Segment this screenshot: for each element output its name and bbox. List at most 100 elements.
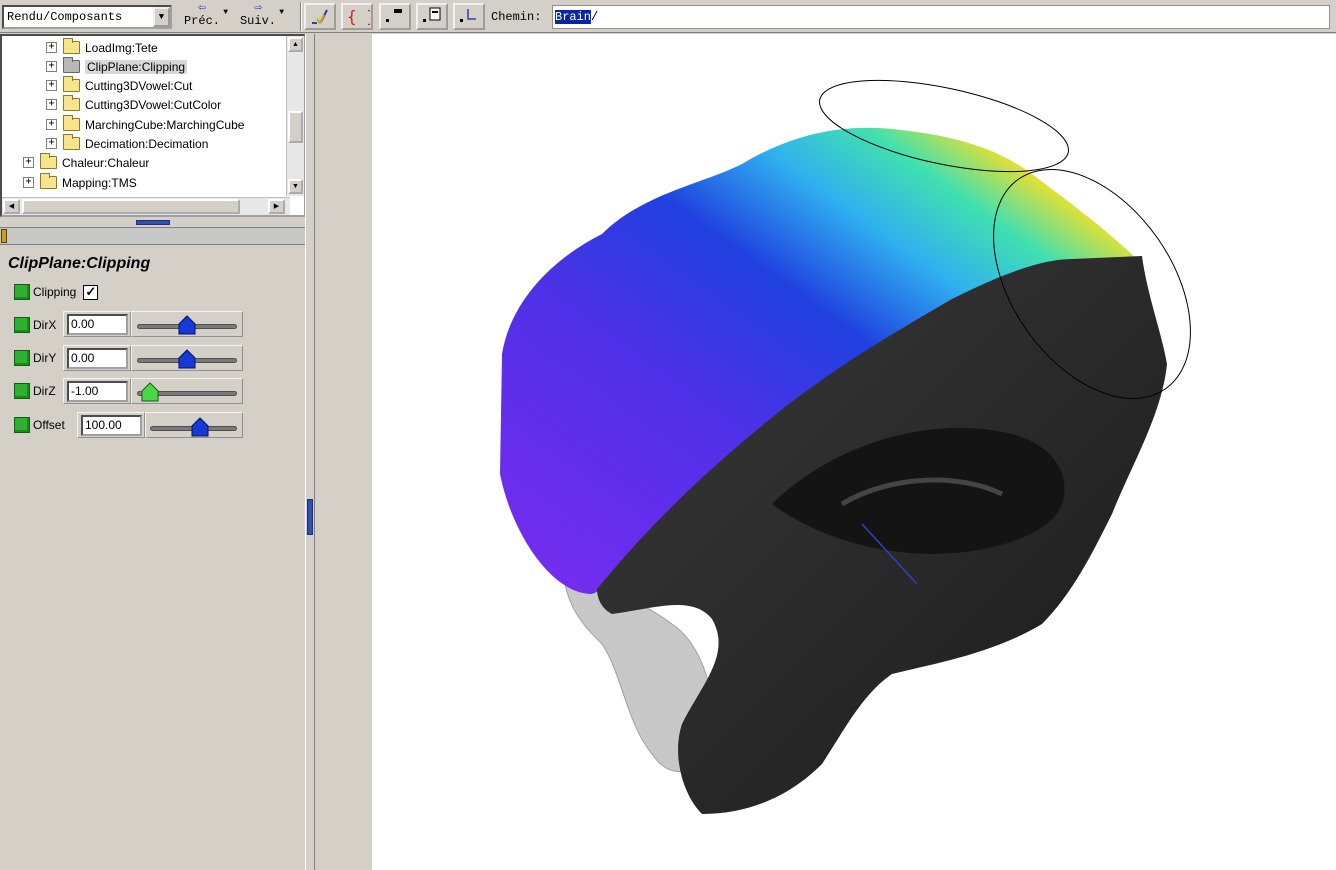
link-tool-button[interactable]: [453, 3, 485, 30]
folder-icon: [40, 173, 57, 189]
tree-horizontal-scrollbar[interactable]: ◀ ▶: [2, 197, 290, 215]
dirx-label: DirX: [33, 318, 57, 332]
script-tool-button[interactable]: { }: [341, 3, 376, 30]
expand-icon[interactable]: +: [46, 61, 57, 72]
link-icon: [460, 9, 476, 22]
tree-item[interactable]: + Chaleur:Chaleur: [23, 153, 149, 172]
expand-icon[interactable]: +: [46, 119, 57, 130]
clipping-checkbox[interactable]: ✓: [83, 284, 99, 300]
expand-icon[interactable]: +: [46, 80, 57, 91]
property-icon[interactable]: [14, 317, 30, 333]
tree-item-label: LoadImg:Tete: [85, 40, 158, 55]
offset-slider-thumb[interactable]: [190, 416, 210, 438]
component-tree[interactable]: + LoadImg:Tete + ClipPlane:Clipping + Cu…: [0, 34, 306, 217]
tree-item[interactable]: + Cutting3DVowel:CutColor: [46, 95, 221, 114]
tree-item[interactable]: + Cutting3DVowel:Cut: [46, 76, 192, 95]
braces-icon: { }: [347, 7, 376, 26]
folder-icon: [63, 95, 80, 111]
select-tool-button[interactable]: [379, 3, 411, 30]
diry-input[interactable]: 0.00: [67, 348, 128, 369]
expand-icon[interactable]: +: [46, 99, 57, 110]
diry-row: DirY: [14, 347, 56, 369]
expand-icon[interactable]: +: [23, 157, 34, 168]
scroll-thumb[interactable]: [22, 199, 240, 214]
tree-item-selected[interactable]: + ClipPlane:Clipping: [46, 57, 188, 76]
properties-title: ClipPlane:Clipping: [8, 255, 151, 272]
dirx-input[interactable]: 0.00: [67, 314, 128, 335]
scroll-down-icon[interactable]: ▼: [288, 179, 303, 194]
scroll-up-icon[interactable]: ▲: [288, 37, 303, 52]
path-rest-text: /: [591, 10, 599, 24]
tree-item[interactable]: + Decimation:Decimation: [46, 134, 208, 153]
viewport-margin: [315, 34, 372, 870]
clipping-row: Clipping ✓: [14, 281, 99, 303]
next-button[interactable]: ⇨ Suiv. ▼: [232, 0, 284, 32]
document-icon: [423, 7, 441, 22]
prev-label: Préc.: [183, 14, 220, 28]
main-splitter[interactable]: [305, 34, 315, 870]
folder-icon: [40, 153, 57, 169]
expand-icon[interactable]: +: [23, 177, 34, 188]
diry-slider-thumb[interactable]: [177, 348, 197, 370]
tree-vertical-scrollbar[interactable]: ▲ ▼: [286, 36, 304, 196]
brain-rendering: [500, 79, 1191, 814]
run-icon: [312, 9, 328, 25]
svg-text:{ }: { }: [347, 7, 370, 26]
diry-label: DirY: [33, 351, 57, 365]
scroll-thumb[interactable]: [288, 111, 303, 143]
tree-item[interactable]: + LoadImg:Tete: [46, 38, 158, 57]
tree-item-label: Decimation:Decimation: [85, 136, 209, 151]
tree-item-label: Mapping:TMS: [62, 175, 137, 190]
offset-input[interactable]: 100.00: [81, 415, 142, 436]
tree-item-label: Chaleur:Chaleur: [62, 155, 150, 170]
dirz-label: DirZ: [33, 384, 56, 398]
tree-item-label: ClipPlane:Clipping: [85, 59, 188, 74]
tree-item-label: MarchingCube:MarchingCube: [85, 117, 245, 132]
tree-item[interactable]: + Mapping:TMS: [23, 173, 137, 192]
component-combo[interactable]: Rendu/Composants ▼: [2, 5, 172, 29]
tree-item[interactable]: + MarchingCube:MarchingCube: [46, 115, 244, 134]
properties-panel: ClipPlane:Clipping Clipping ✓ DirX 0.00 …: [0, 248, 306, 870]
property-icon[interactable]: [14, 284, 30, 300]
expand-icon[interactable]: +: [46, 138, 57, 149]
run-tool-button[interactable]: [304, 3, 336, 30]
dirz-slider-thumb[interactable]: [140, 381, 160, 403]
toolbar-separator: [300, 2, 302, 31]
splitter-grip[interactable]: [307, 499, 313, 535]
3d-viewport[interactable]: [372, 34, 1336, 870]
scroll-right-icon[interactable]: ▶: [268, 199, 285, 214]
expand-icon[interactable]: +: [46, 42, 57, 53]
prev-button[interactable]: ⇦ Préc. ▼: [176, 1, 228, 32]
property-icon[interactable]: [14, 350, 30, 366]
path-input[interactable]: Brain/: [552, 5, 1330, 29]
scroll-left-icon[interactable]: ◀: [3, 199, 20, 214]
select-icon: [386, 9, 402, 22]
properties-header-bar: [0, 227, 306, 245]
dirz-input[interactable]: -1.00: [67, 381, 128, 402]
dirx-row: DirX: [14, 314, 56, 336]
folder-icon: [63, 38, 80, 54]
folder-icon: [63, 115, 80, 131]
folder-icon: [63, 76, 80, 92]
tree-item-label: Cutting3DVowel:CutColor: [85, 97, 222, 112]
toolbar: Rendu/Composants ▼ ⇦ Préc. ▼ ⇨ Suiv. ▼ {…: [0, 0, 1336, 33]
dirz-row: DirZ: [14, 380, 56, 402]
offset-label: Offset: [33, 418, 65, 432]
dirx-slider-thumb[interactable]: [177, 314, 197, 336]
splitter-grip[interactable]: [136, 220, 170, 225]
property-icon[interactable]: [14, 383, 30, 399]
offset-row: Offset: [14, 414, 65, 436]
prev-dropdown-icon[interactable]: ▼: [223, 8, 228, 17]
pin-icon[interactable]: [1, 229, 7, 243]
forward-arrow-icon: ⇨: [254, 0, 262, 15]
document-tool-button[interactable]: [416, 3, 448, 30]
chevron-down-icon[interactable]: ▼: [153, 7, 170, 27]
next-dropdown-icon[interactable]: ▼: [279, 8, 284, 17]
panel-splitter[interactable]: [0, 217, 306, 247]
clipping-label: Clipping: [33, 285, 77, 299]
folder-icon: [63, 57, 80, 73]
next-label: Suiv.: [239, 14, 276, 28]
component-combo-value: Rendu/Composants: [7, 10, 123, 24]
tree-item-label: Cutting3DVowel:Cut: [85, 78, 193, 93]
property-icon[interactable]: [14, 417, 30, 433]
